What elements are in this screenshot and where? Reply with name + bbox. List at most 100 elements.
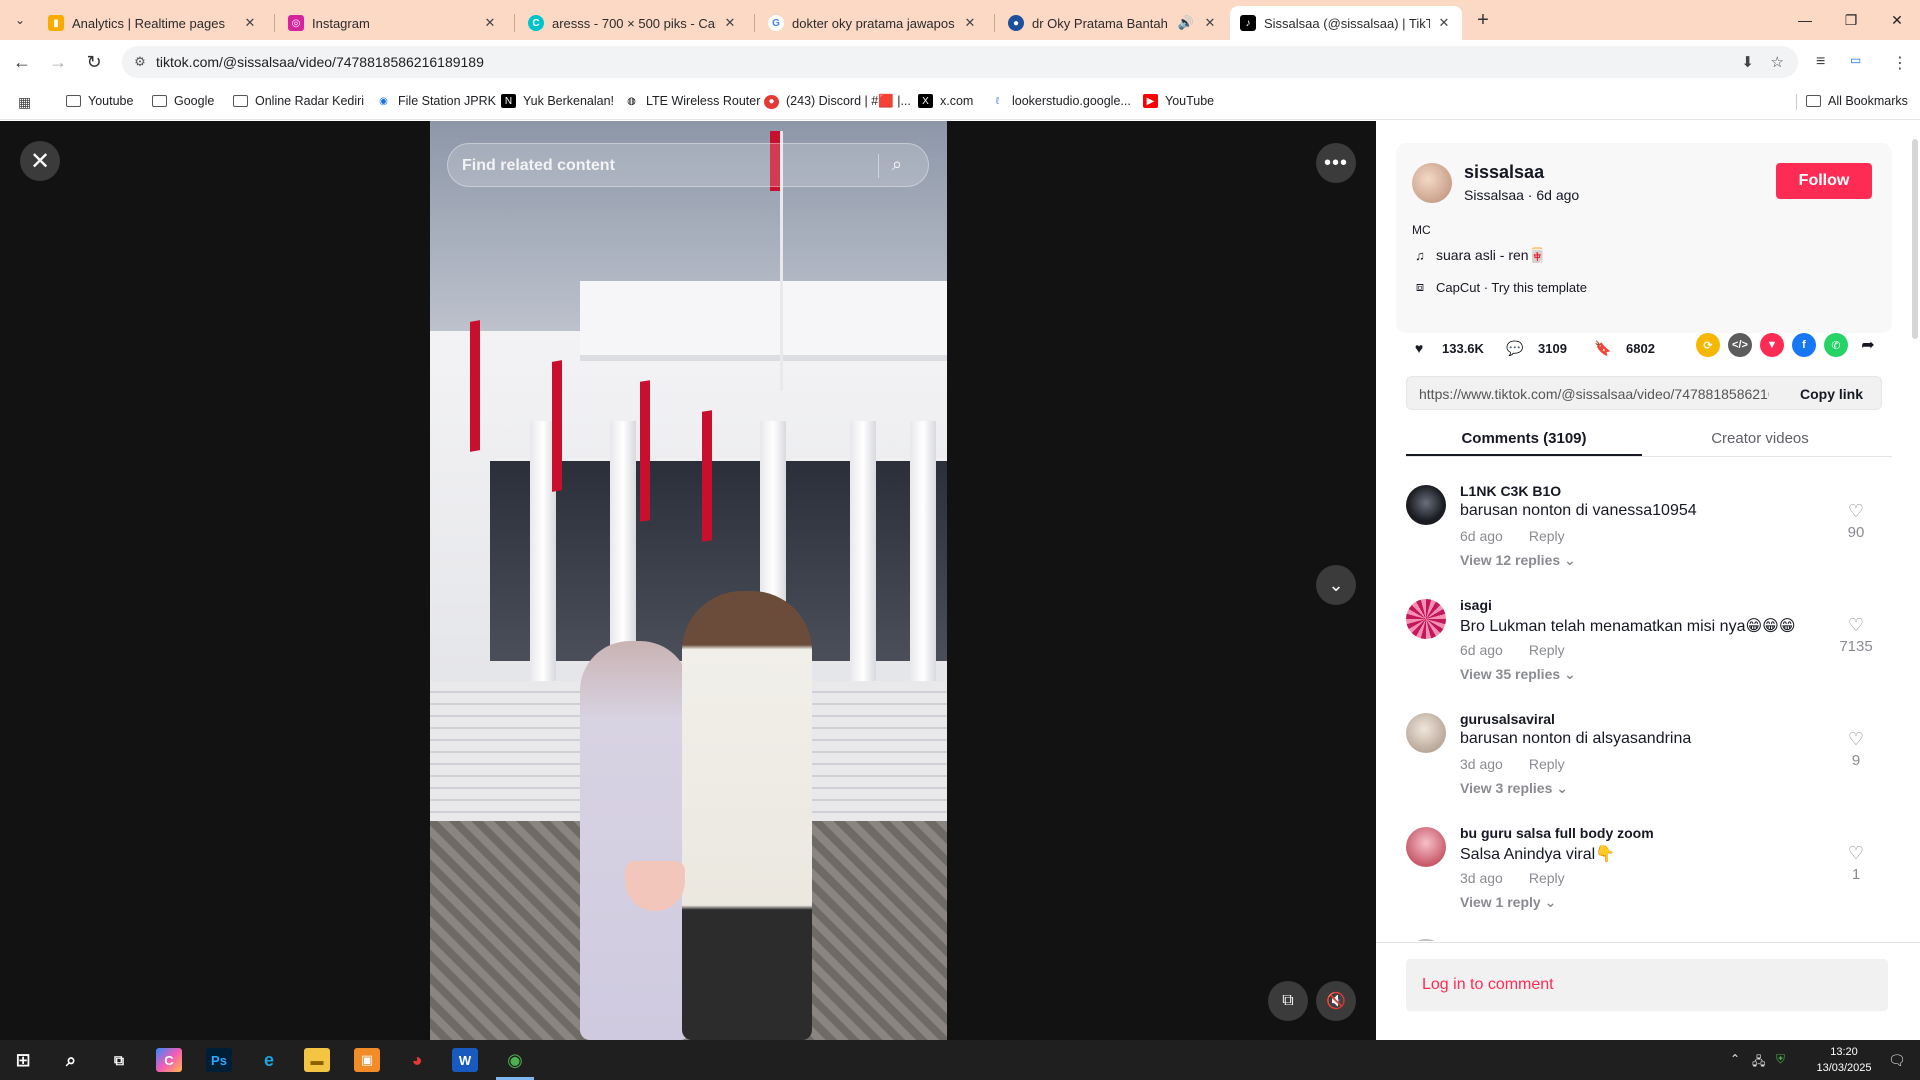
tab-analytics[interactable]: ▮ Analytics | Realtime pages ✕ — [38, 6, 268, 40]
photoshop-icon[interactable]: Ps — [206, 1048, 232, 1072]
view-replies-button[interactable]: View 3 replies ⌄ — [1460, 780, 1568, 797]
comment-username[interactable]: isagi — [1460, 597, 1492, 613]
comment-like-button[interactable]: ♡ 1 — [1836, 843, 1876, 883]
close-tab-icon[interactable]: ✕ — [242, 15, 258, 31]
tab-search-chevron-icon[interactable]: ⌄ — [8, 8, 32, 32]
menu-kebab-icon[interactable]: ⋮ — [1892, 53, 1908, 73]
tab-creator-videos[interactable]: Creator videos — [1642, 430, 1878, 447]
reply-button[interactable]: Reply — [1529, 642, 1565, 658]
view-replies-button[interactable]: View 12 replies ⌄ — [1460, 552, 1576, 569]
network-icon[interactable]: 🖧 — [1752, 1052, 1765, 1073]
minimize-icon[interactable]: — — [1782, 0, 1828, 40]
tab-comments[interactable]: Comments (3109) — [1406, 430, 1642, 447]
speaker-icon[interactable]: 🔊 — [1176, 15, 1196, 31]
comment-like-button[interactable]: ♡ 7135 — [1836, 615, 1876, 655]
bookmark-file-station[interactable]: ◉ File Station JPRK — [376, 94, 496, 108]
window-close-icon[interactable]: ✕ — [1874, 0, 1920, 40]
like-stat[interactable]: ♥ 133.6K — [1408, 337, 1484, 359]
chrome-profile-icon[interactable]: ◕ — [404, 1048, 430, 1072]
task-view-icon[interactable]: ⧉ — [106, 1048, 132, 1072]
notification-icon[interactable]: 🗨 — [1888, 1052, 1906, 1069]
copilot-icon[interactable]: C — [156, 1048, 182, 1072]
bookmark-lte-router[interactable]: ◍ LTE Wireless Router — [624, 94, 760, 108]
muted-speaker-icon[interactable]: 🔇 — [1316, 981, 1356, 1021]
search-icon[interactable]: ⌕ — [58, 1048, 84, 1072]
reply-button[interactable]: Reply — [1529, 528, 1565, 544]
close-tab-icon[interactable]: ✕ — [962, 15, 978, 31]
bookmark-discord[interactable]: ● (243) Discord | #🟥 |... — [764, 94, 911, 109]
reload-icon[interactable]: ↻ — [82, 50, 106, 74]
embed-code-icon[interactable]: </> — [1728, 333, 1752, 357]
music-link[interactable]: ♫ suara asli - ren🀄 — [1412, 247, 1546, 264]
related-search-placeholder[interactable]: Find related content — [462, 157, 615, 175]
security-icon[interactable]: ⛨ — [1776, 1052, 1785, 1067]
send-to-friends-icon[interactable]: ▼ — [1760, 333, 1784, 357]
tab-news[interactable]: ● dr Oky Pratama Bantah Ikut 🔊 ✕ — [998, 6, 1228, 40]
edge-icon[interactable]: e — [256, 1048, 282, 1072]
bookmark-youtube-folder[interactable]: Youtube — [66, 94, 133, 108]
avatar[interactable] — [1406, 599, 1446, 639]
reply-button[interactable]: Reply — [1529, 756, 1565, 772]
word-icon[interactable]: W — [452, 1048, 478, 1072]
extension-icon[interactable]: ▭ — [1850, 53, 1861, 67]
tab-canva[interactable]: C aresss - 700 × 500 piks - Canva ✕ — [518, 6, 748, 40]
video-frame[interactable] — [430, 121, 947, 1040]
bookmark-radar-kediri-folder[interactable]: Online Radar Kediri — [233, 94, 364, 108]
tab-instagram[interactable]: ◎ Instagram ✕ — [278, 6, 508, 40]
view-replies-button[interactable]: View 35 replies ⌄ — [1460, 666, 1576, 683]
tab-google-search[interactable]: G dokter oky pratama jawapos - G ✕ — [758, 6, 988, 40]
tab-tiktok[interactable]: ♪ Sissalsaa (@sissalsaa) | TikTok ✕ — [1230, 6, 1462, 40]
restore-icon[interactable]: ❐ — [1828, 0, 1874, 40]
whatsapp-icon[interactable]: ✆ — [1824, 333, 1848, 357]
share-arrow-icon[interactable]: ➦ — [1856, 333, 1880, 357]
avatar[interactable] — [1406, 713, 1446, 753]
taskbar-clock[interactable]: 13:20 13/03/2025 — [1804, 1044, 1884, 1076]
capcut-template-link[interactable]: ⧈ CapCut · Try this template — [1412, 277, 1587, 297]
close-tab-icon[interactable]: ✕ — [722, 15, 738, 31]
comment-like-button[interactable]: ♡ 90 — [1836, 501, 1876, 541]
picture-in-picture-icon[interactable]: ⧉ — [1268, 981, 1308, 1021]
url-text[interactable]: tiktok.com/@sissalsaa/video/747881858621… — [156, 54, 484, 70]
bookmark-looker-studio[interactable]: ℓ lookerstudio.google... — [990, 94, 1131, 108]
scrollbar-thumb[interactable] — [1912, 139, 1918, 339]
facebook-icon[interactable]: f — [1792, 333, 1816, 357]
install-app-icon[interactable]: ⬇ — [1741, 53, 1754, 71]
close-video-icon[interactable]: ✕ — [20, 141, 60, 181]
follow-button[interactable]: Follow — [1776, 163, 1872, 199]
repost-icon[interactable]: ⟳ — [1696, 333, 1720, 357]
bookmark-star-icon[interactable]: ☆ — [1771, 53, 1784, 71]
avatar[interactable] — [1406, 827, 1446, 867]
bookmark-google-folder[interactable]: Google — [152, 94, 214, 108]
file-explorer-icon[interactable]: ▬ — [304, 1048, 330, 1072]
chrome-icon[interactable]: ◉ — [502, 1048, 528, 1072]
bookmark-x[interactable]: X x.com — [918, 94, 973, 108]
close-tab-icon[interactable]: ✕ — [1202, 15, 1218, 31]
copy-link-button[interactable]: Copy link — [1800, 386, 1863, 402]
forward-arrow-icon[interactable]: → — [46, 50, 70, 74]
post-link-url[interactable]: https://www.tiktok.com/@sissalsaa/video/… — [1419, 386, 1769, 402]
save-stat[interactable]: 🔖 6802 — [1592, 337, 1655, 359]
site-info-icon[interactable]: ⚙ — [132, 54, 148, 70]
view-replies-button[interactable]: View 1 reply ⌄ — [1460, 894, 1556, 911]
all-bookmarks-button[interactable]: All Bookmarks — [1806, 94, 1908, 108]
apps-grid-icon[interactable]: ▦ — [18, 94, 31, 111]
url-omnibox[interactable]: ⚙ tiktok.com/@sissalsaa/video/7478818586… — [122, 46, 1798, 78]
close-tab-icon[interactable]: ✕ — [482, 15, 498, 31]
comment-username[interactable]: gurusalsaviral — [1460, 711, 1555, 727]
bookmark-youtube[interactable]: ▶ YouTube — [1143, 94, 1214, 108]
related-search-bar[interactable]: Find related content ⌕ — [447, 143, 929, 187]
username[interactable]: sissalsaa — [1464, 162, 1544, 183]
windows-start-icon[interactable]: ⊞ — [10, 1048, 36, 1072]
tray-chevron-up-icon[interactable]: ⌃ — [1730, 1052, 1740, 1066]
bookmark-yuk-berkenalan[interactable]: N Yuk Berkenalan! — [501, 94, 614, 108]
comment-like-button[interactable]: ♡ 9 — [1836, 729, 1876, 769]
login-to-comment-button[interactable]: Log in to comment — [1406, 959, 1888, 1011]
app-orange-icon[interactable]: ▣ — [354, 1048, 380, 1072]
comment-username[interactable]: bu guru salsa full body zoom — [1460, 825, 1654, 841]
search-icon[interactable]: ⌕ — [892, 154, 902, 175]
comment-stat[interactable]: 💬 3109 — [1504, 337, 1567, 359]
reply-button[interactable]: Reply — [1529, 870, 1565, 886]
comment-username[interactable]: L1NK C3K B1O — [1460, 483, 1561, 499]
more-options-icon[interactable]: ••• — [1316, 143, 1356, 183]
media-controls-icon[interactable]: ≡ — [1816, 53, 1825, 71]
